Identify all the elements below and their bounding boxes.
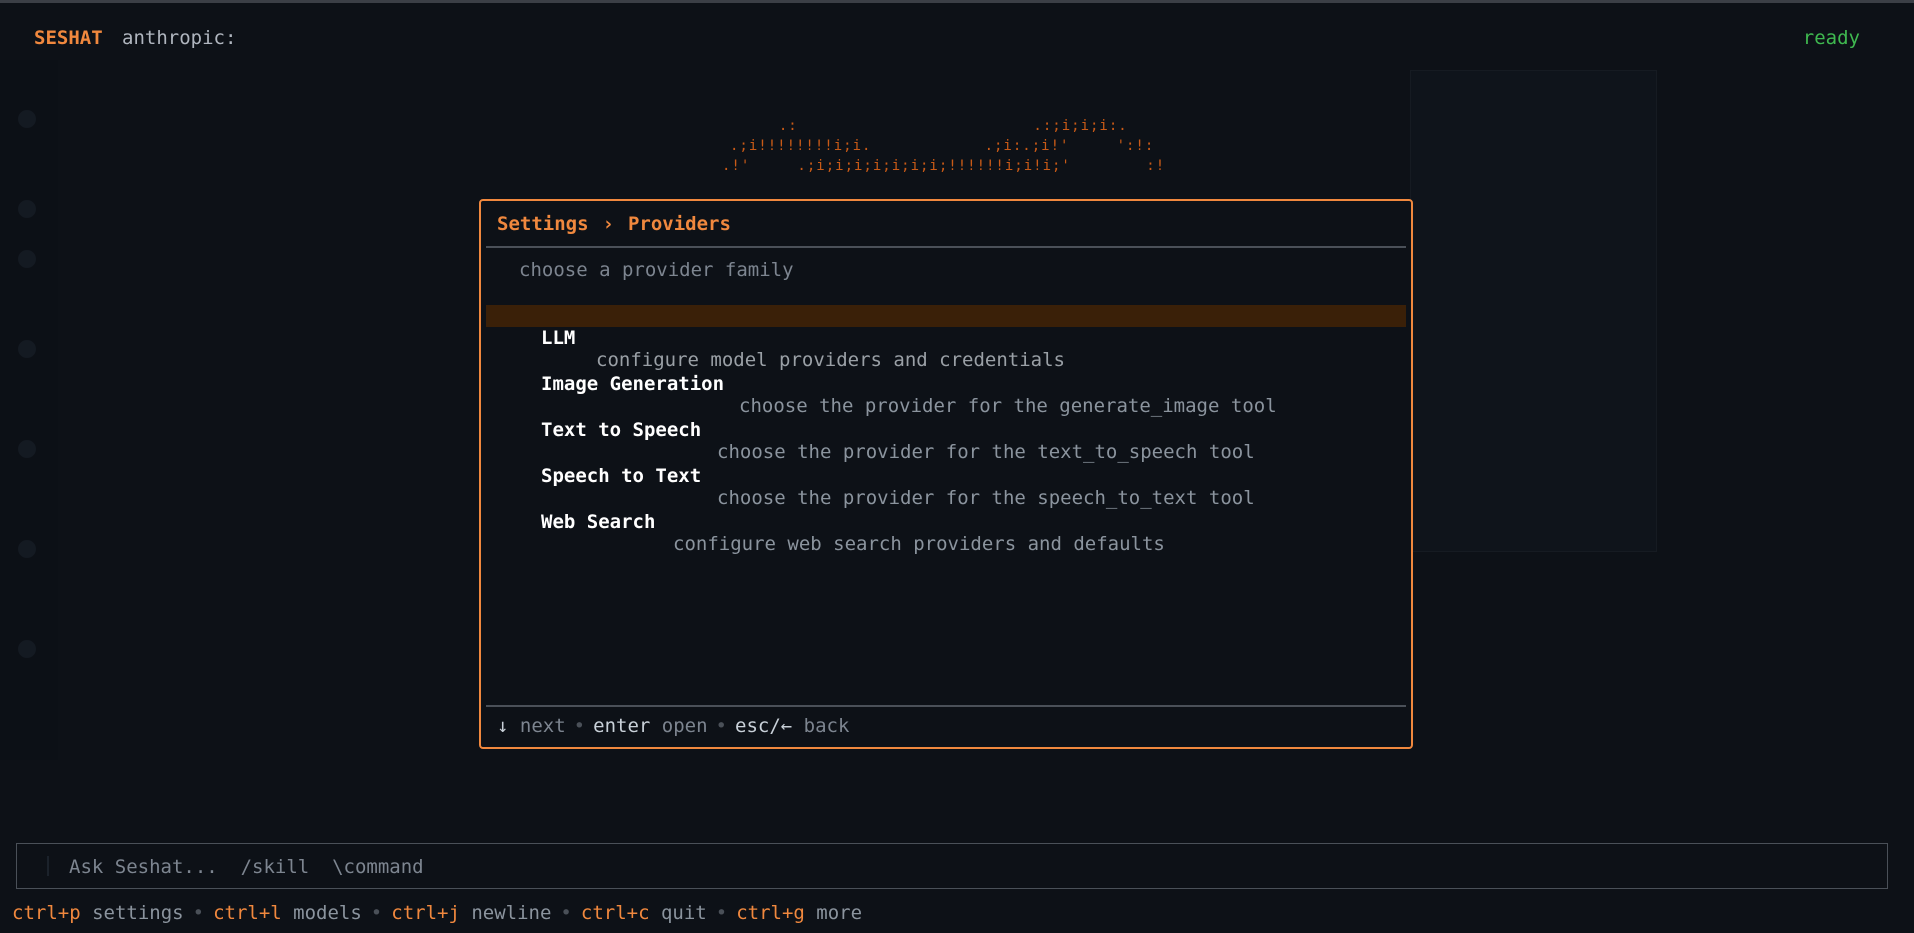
background-icon: [18, 540, 36, 558]
hint-separator: •: [573, 715, 586, 737]
provider-option-text-to-speech[interactable]: Text to Speech choose the provider for t…: [486, 397, 1406, 463]
ascii-logo: .: .:;i;i;i:. .;i!!!!!!!!i;i. .;i:.;i!' …: [700, 118, 1200, 190]
app-brand: SESHAT: [34, 27, 103, 49]
option-name: LLM: [541, 327, 576, 349]
shortcut-label: quit: [660, 902, 707, 924]
background-sidebar: [0, 60, 58, 760]
hint-action: open: [661, 715, 708, 737]
shortcut-label: more: [816, 902, 863, 924]
breadcrumb: Settings › Providers: [497, 213, 731, 235]
input-cursor: [47, 856, 49, 876]
option-description: configure web search providers and defau…: [673, 533, 1165, 555]
breadcrumb-providers: Providers: [627, 213, 731, 235]
shortcut-label: settings: [92, 902, 184, 924]
option-name: Web Search: [541, 511, 656, 533]
shortcut-label: models: [293, 902, 362, 924]
shortcut-bar: ctrl+p settings • ctrl+l models • ctrl+j new…: [12, 902, 862, 924]
shortcut-key: ctrl+p: [12, 902, 81, 924]
breadcrumb-settings[interactable]: Settings: [497, 213, 589, 235]
divider: [486, 705, 1406, 707]
background-icon: [18, 440, 36, 458]
breadcrumb-separator: ›: [602, 213, 614, 235]
shortcut-separator: •: [715, 902, 728, 924]
top-border: [0, 0, 1914, 3]
chat-input-box[interactable]: [16, 843, 1888, 890]
shortcut-separator: •: [560, 902, 572, 924]
modal-key-hints: ↓ next • enter open • esc/← back: [497, 715, 849, 737]
shortcut-key: ctrl+j: [391, 902, 460, 924]
background-icon: [18, 250, 36, 268]
provider-option-image-generation[interactable]: Image Generation choose the provider for…: [486, 351, 1406, 417]
background-icon: [18, 200, 36, 218]
shortcut-key: ctrl+g: [736, 902, 805, 924]
active-provider: anthropic:: [122, 27, 237, 49]
background-panel: [1410, 70, 1657, 552]
logo-line: .: .:;i;i;i:.: [760, 118, 1128, 134]
hint-key: enter: [593, 715, 651, 737]
provider-option-speech-to-text[interactable]: Speech to Text choose the provider for t…: [486, 443, 1406, 509]
option-name: Image Generation: [541, 373, 725, 395]
shortcut-label: newline: [471, 902, 552, 924]
option-name: Text to Speech: [541, 419, 702, 441]
background-icon: [18, 640, 36, 658]
hint-key: ↓: [497, 715, 509, 737]
hint-action: next: [519, 715, 566, 737]
option-name: Speech to Text: [541, 465, 702, 487]
modal-subtitle: choose a provider family: [519, 259, 794, 281]
shortcut-key: ctrl+l: [213, 902, 282, 924]
settings-modal: Settings › Providers choose a provider fam…: [479, 199, 1413, 749]
chat-input[interactable]: [67, 844, 1771, 890]
logo-line: .;i!!!!!!!!i;i. .;i:.;i!' ':!:: [730, 138, 1155, 154]
hint-key: esc/←: [735, 715, 793, 737]
hint-separator: •: [715, 715, 727, 737]
provider-option-web-search[interactable]: Web Search configure web search provider…: [486, 489, 1406, 555]
shortcut-key: ctrl+c: [580, 902, 650, 924]
shortcut-separator: •: [370, 902, 383, 924]
background-icon: [18, 110, 36, 128]
logo-line: .!' .;i;i;i;i;i;i;i;!!!!!!i;i!i;' :!: [722, 158, 1166, 174]
background-icon: [18, 340, 36, 358]
status-indicator: ready: [1802, 27, 1860, 49]
provider-option-llm[interactable]: LLM configure model providers and creden…: [486, 305, 1406, 371]
shortcut-separator: •: [192, 902, 205, 924]
divider: [486, 246, 1406, 248]
hint-action: back: [803, 715, 850, 737]
